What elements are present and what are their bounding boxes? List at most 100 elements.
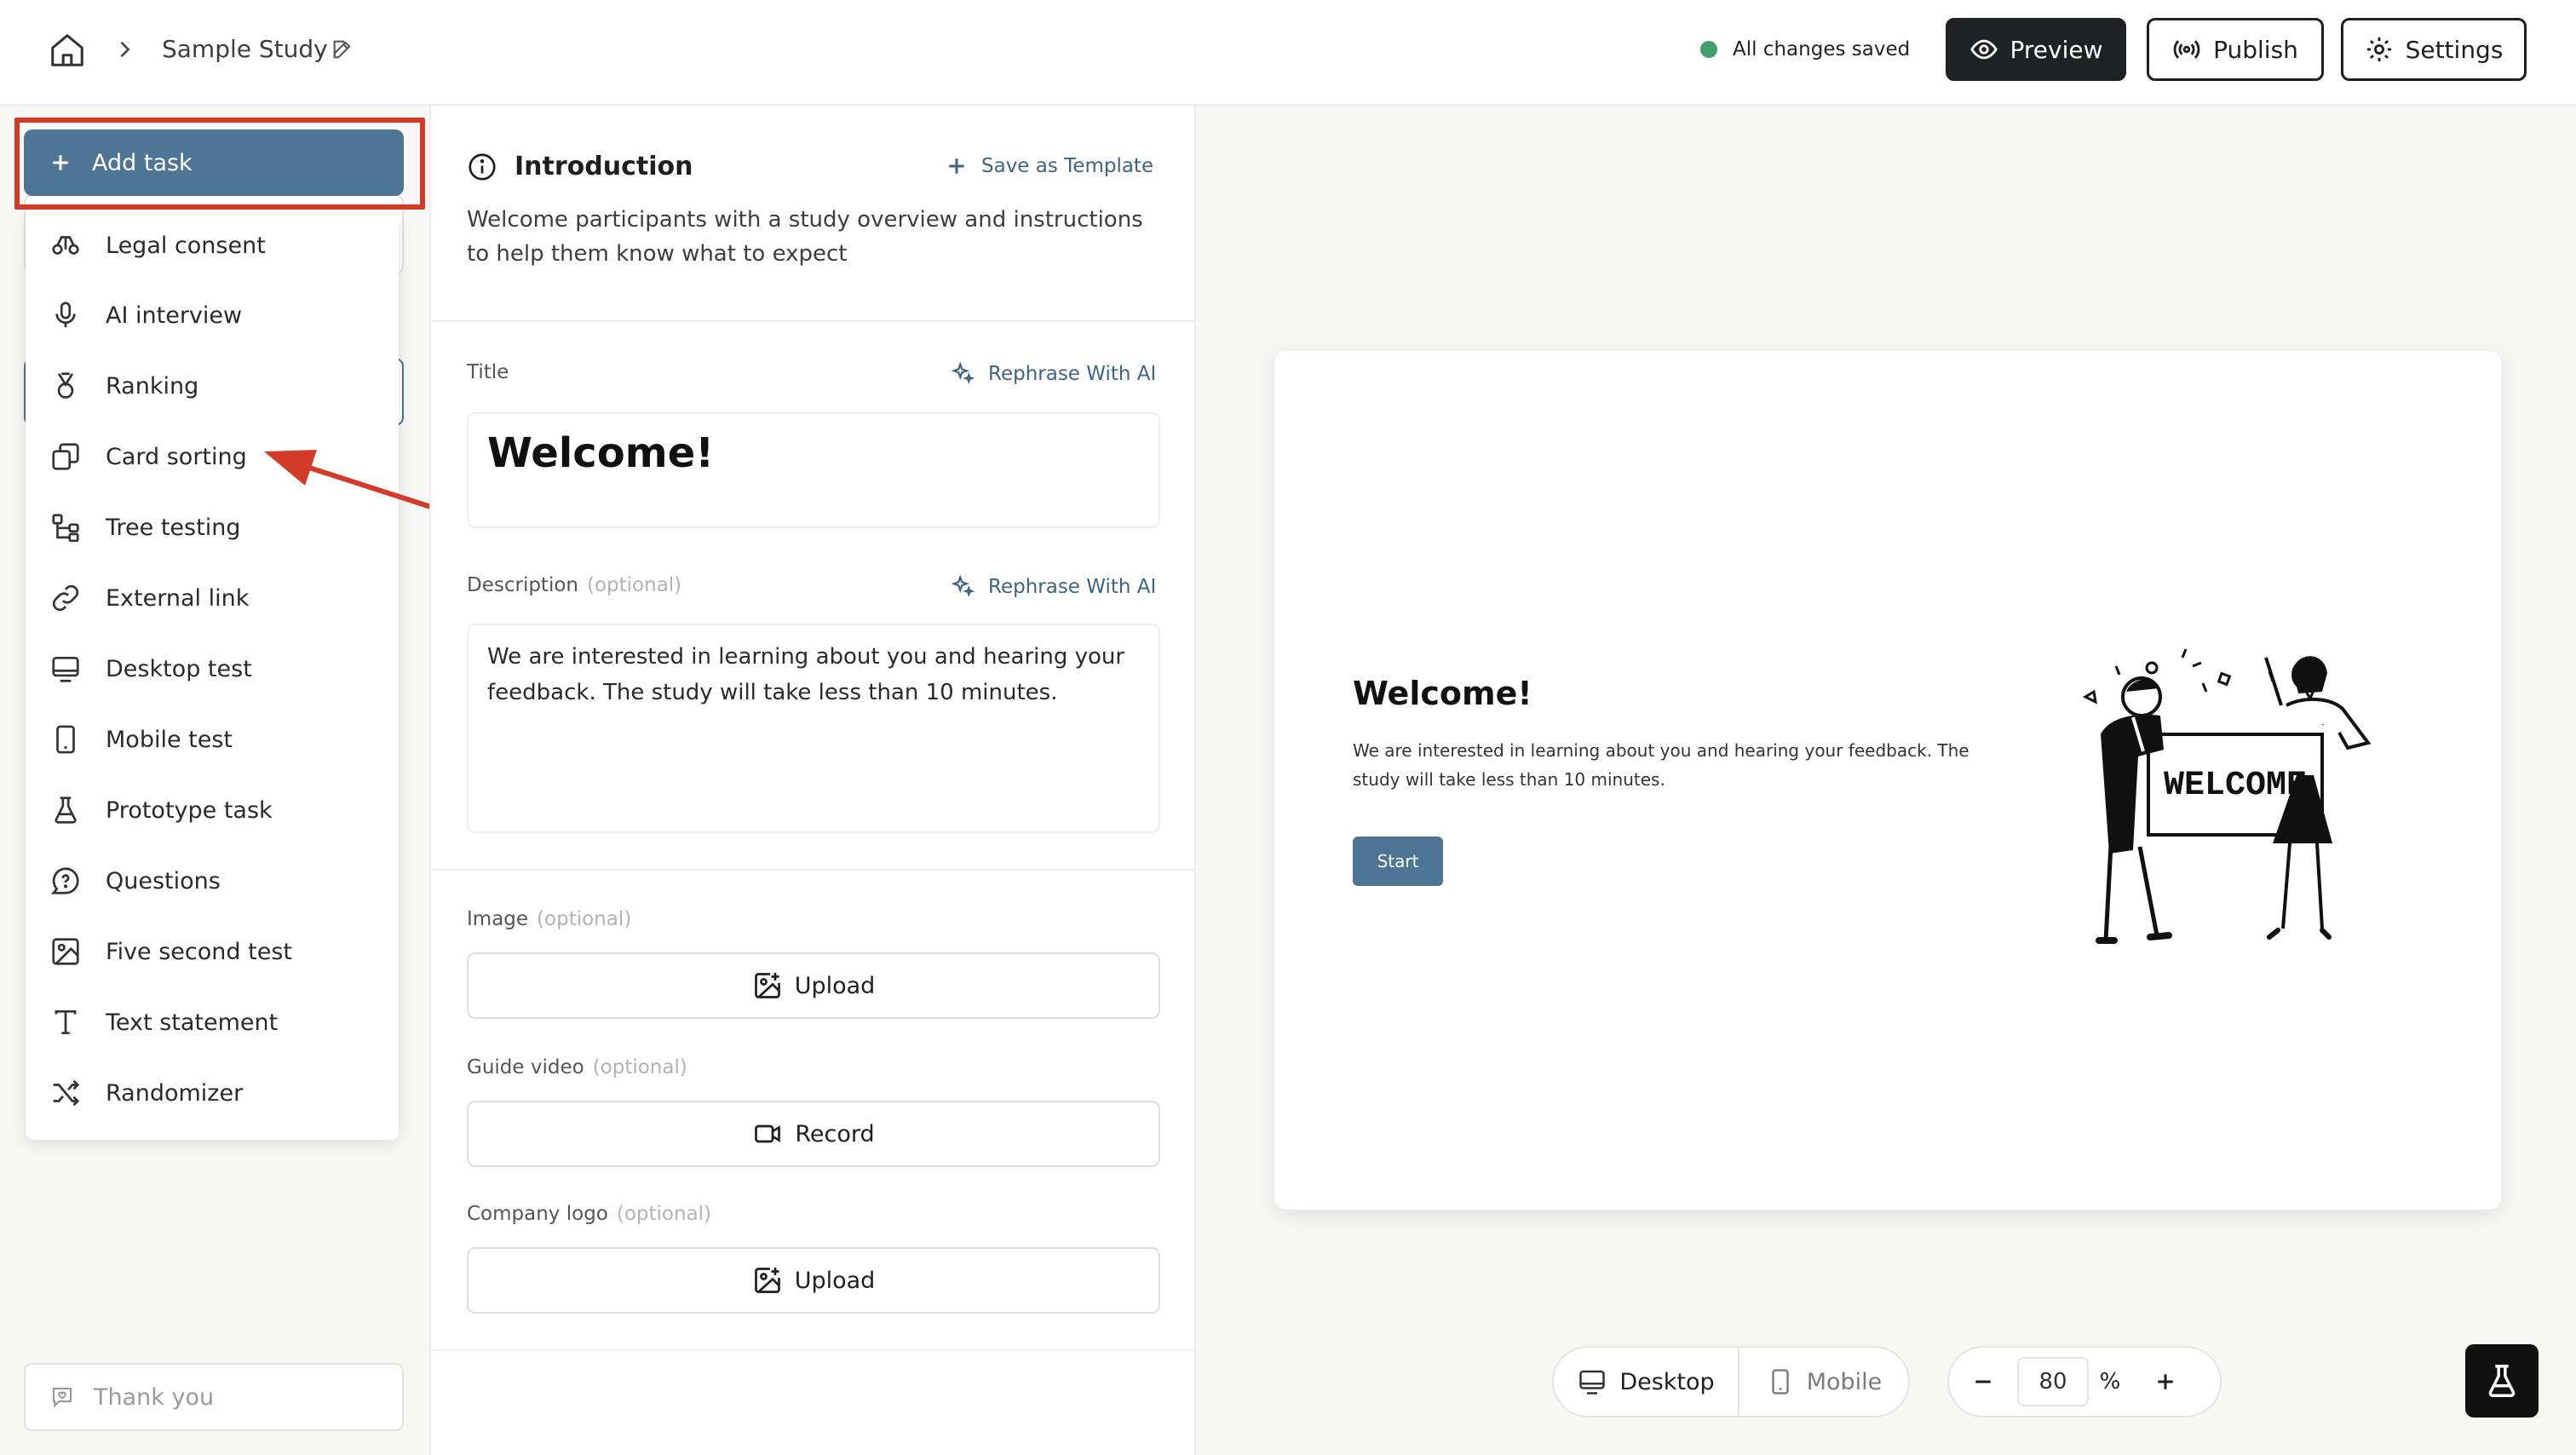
flask-icon [55, 797, 77, 824]
preview-title: Welcome! [1353, 675, 1532, 712]
info-icon [467, 152, 497, 182]
desktop-label: Desktop [1619, 1368, 1715, 1395]
image-upload-button[interactable]: Upload [467, 952, 1160, 1019]
title-input-value: Welcome! [487, 429, 715, 477]
menu-item-label: Five second test [106, 938, 292, 965]
menu-item-label: Text statement [106, 1009, 279, 1036]
menu-item-label: Questions [106, 867, 221, 894]
menu-item-desktop-test[interactable]: Desktop test [26, 638, 399, 699]
welcome-illustration: WELCOME [2082, 648, 2372, 944]
microphone-icon [55, 302, 76, 328]
menu-item-label: Ranking [106, 372, 199, 400]
illustration-sign-text: WELCOME [2164, 767, 2307, 805]
breadcrumb-study-name[interactable]: Sample Study [162, 32, 328, 66]
thank-you-label: Thank you [94, 1383, 215, 1411]
image-label: Image (optional) [467, 908, 632, 930]
menu-item-label: Tree testing [106, 514, 241, 541]
scale-icon [52, 236, 79, 255]
minus-icon [1975, 1380, 1991, 1383]
rephrase-label: Rephrase With AI [988, 576, 1157, 598]
rephrase-description-button[interactable]: Rephrase With AI [951, 574, 1156, 600]
menu-item-label: Prototype task [106, 797, 273, 824]
description-textarea[interactable]: We are interested in learning about you … [467, 624, 1160, 833]
flask-icon [2488, 1365, 2516, 1397]
image-icon [52, 938, 79, 965]
company-logo-label: Company logo (optional) [467, 1203, 712, 1225]
text-icon [55, 1009, 77, 1035]
shuffle-icon [53, 1079, 80, 1107]
menu-item-external-link[interactable]: External link [26, 567, 399, 629]
edit-icon[interactable] [331, 37, 354, 61]
divider [429, 869, 1196, 871]
preview-button[interactable]: Preview [1946, 18, 2126, 81]
broadcast-icon [2173, 40, 2200, 59]
description-textarea-value: We are interested in learning about you … [487, 644, 1125, 705]
plus-icon [2158, 1374, 2173, 1389]
menu-item-label: Card sorting [106, 443, 247, 470]
preview-label: Preview [2010, 35, 2103, 64]
device-toggle: Desktop Mobile [1552, 1346, 1910, 1418]
menu-item-ai-interview[interactable]: AI interview [26, 285, 399, 346]
gear-icon [2366, 37, 2391, 62]
zoom-input[interactable]: 80 [2017, 1357, 2089, 1406]
menu-item-text-statement[interactable]: Text statement [26, 992, 399, 1053]
menu-item-prototype-task[interactable]: Prototype task [26, 779, 399, 841]
divider [429, 320, 1196, 322]
sparkle-icon [951, 574, 975, 598]
menu-item-mobile-test[interactable]: Mobile test [26, 709, 399, 770]
publish-label: Publish [2213, 35, 2298, 64]
title-input[interactable]: Welcome! [467, 412, 1160, 528]
cards-icon [52, 443, 79, 470]
start-button[interactable]: Start [1353, 837, 1443, 886]
section-description: Welcome participants with a study overvi… [467, 207, 1143, 267]
chevron-right-icon [112, 37, 136, 61]
monitor-icon [1579, 1370, 1606, 1395]
divider [429, 1349, 1196, 1351]
upload-label: Upload [794, 1267, 876, 1294]
mobile-label: Mobile [1806, 1368, 1883, 1395]
home-icon[interactable] [48, 31, 87, 70]
lab-button[interactable] [2465, 1344, 2539, 1418]
save-status: All changes saved [1700, 34, 1910, 65]
title-label: Title [467, 361, 509, 383]
menu-item-ranking[interactable]: Ranking [26, 355, 399, 417]
menu-item-label: Randomizer [106, 1079, 244, 1107]
question-bubble-icon [50, 867, 79, 894]
save-as-template-label: Save as Template [981, 155, 1154, 177]
monitor-icon [52, 656, 79, 682]
plus-icon [949, 158, 964, 174]
rephrase-title-button[interactable]: Rephrase With AI [951, 361, 1156, 387]
desktop-view-button[interactable]: Desktop [1554, 1348, 1739, 1416]
eye-icon [1969, 39, 1998, 60]
menu-item-five-second-test[interactable]: Five second test [26, 921, 399, 982]
menu-item-questions[interactable]: Questions [26, 850, 399, 912]
menu-item-randomizer[interactable]: Randomizer [26, 1062, 399, 1124]
annotation-highlight-box [14, 118, 425, 210]
saved-status-dot [1700, 41, 1717, 58]
add-task-dropdown: Legal consent AI interview Ranking Card … [26, 215, 399, 1140]
menu-item-label: AI interview [106, 302, 243, 329]
tree-icon [52, 514, 79, 543]
chat-heart-icon [52, 1387, 72, 1408]
menu-item-label: Desktop test [106, 655, 252, 682]
thank-you-task[interactable]: Thank you [24, 1363, 404, 1431]
record-label: Record [795, 1120, 875, 1147]
zoom-in-button[interactable] [2131, 1348, 2199, 1416]
save-status-text: All changes saved [1733, 38, 1911, 60]
save-as-template-button[interactable]: Save as Template [944, 153, 1153, 179]
phone-icon [56, 725, 75, 754]
upload-label: Upload [794, 972, 876, 999]
menu-item-legal-consent[interactable]: Legal consent [26, 215, 399, 276]
annotation-arrow [264, 450, 441, 512]
image-plus-icon [754, 973, 780, 998]
logo-upload-button[interactable]: Upload [467, 1247, 1160, 1314]
record-video-button[interactable]: Record [467, 1101, 1160, 1167]
top-bar: Sample Study All changes saved Preview P… [0, 0, 2576, 106]
rephrase-label: Rephrase With AI [988, 363, 1157, 385]
zoom-out-button[interactable] [1949, 1348, 2017, 1416]
settings-button[interactable]: Settings [2341, 18, 2527, 81]
zoom-unit: % [2099, 1369, 2121, 1395]
publish-button[interactable]: Publish [2147, 18, 2324, 81]
mobile-view-button[interactable]: Mobile [1739, 1348, 1908, 1416]
menu-item-label: Legal consent [106, 232, 266, 259]
